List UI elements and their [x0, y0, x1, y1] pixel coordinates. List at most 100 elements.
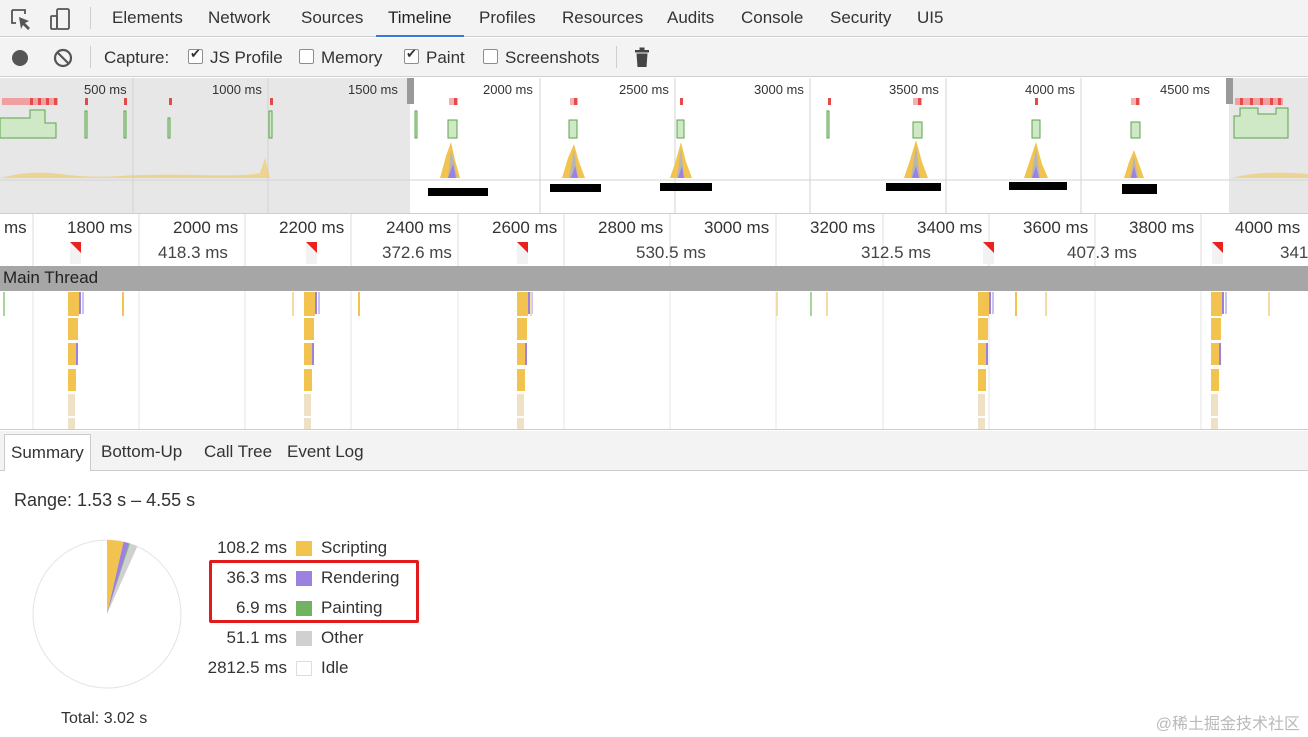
flame-event-block[interactable] [992, 292, 994, 314]
legend-row-other: 51.1 ms Other [168, 628, 418, 650]
flame-chart[interactable] [0, 291, 1308, 430]
frame-duration: 372.6 ms [382, 243, 452, 262]
ruler-tick: 3400 ms [917, 218, 983, 237]
flame-event-block[interactable] [122, 292, 124, 316]
flame-event-block[interactable] [1211, 369, 1219, 391]
toolbar-divider [90, 46, 91, 68]
flame-event-block[interactable] [304, 369, 312, 391]
flame-event-block[interactable] [517, 418, 524, 430]
flame-event-block[interactable] [517, 343, 526, 365]
flame-event-block[interactable] [1222, 292, 1224, 314]
flame-event-block[interactable] [530, 292, 532, 316]
flame-event-block[interactable] [810, 292, 812, 316]
flame-event-block[interactable] [1211, 418, 1218, 430]
flame-event-block[interactable] [978, 318, 988, 340]
flame-event-block[interactable] [68, 343, 77, 365]
flame-event-block[interactable] [978, 343, 987, 365]
flame-event-block[interactable] [517, 318, 527, 340]
flame-event-block[interactable] [1015, 292, 1017, 316]
flame-event-block[interactable] [68, 292, 79, 316]
record-icon[interactable] [11, 49, 29, 67]
tab-bottom-up[interactable]: Bottom-Up [95, 434, 188, 471]
flame-event-block[interactable] [82, 292, 84, 314]
flame-event-block[interactable] [978, 369, 986, 391]
tab-profiles[interactable]: Profiles [479, 0, 536, 37]
frame-duration: 407.3 ms [1067, 243, 1137, 262]
flame-event-block[interactable] [68, 418, 75, 430]
flame-event-block[interactable] [1219, 343, 1221, 365]
flame-event-block[interactable] [517, 394, 524, 416]
flame-event-block[interactable] [826, 292, 828, 316]
flame-event-block[interactable] [76, 343, 78, 365]
flame-event-block[interactable] [68, 318, 78, 340]
js-profile-checkbox[interactable] [188, 47, 203, 64]
flame-event-block[interactable] [312, 343, 314, 365]
tab-security[interactable]: Security [830, 0, 891, 37]
ruler-tick: 2200 ms [279, 218, 345, 237]
ruler-tick: 3200 ms [810, 218, 876, 237]
flame-event-block[interactable] [989, 292, 991, 314]
flame-event-block[interactable] [517, 292, 528, 316]
flame-event-block[interactable] [525, 343, 527, 365]
flame-event-block[interactable] [528, 292, 530, 314]
flame-event-block[interactable] [79, 292, 81, 314]
flame-event-block[interactable] [1045, 292, 1047, 316]
trash-icon[interactable] [634, 47, 650, 68]
flame-event-block[interactable] [304, 318, 314, 340]
flame-event-block[interactable] [978, 418, 985, 430]
tab-console[interactable]: Console [741, 0, 803, 37]
flame-event-block[interactable] [68, 394, 75, 416]
flame-event-block[interactable] [1211, 394, 1218, 416]
flame-event-block[interactable] [1268, 292, 1270, 316]
flame-event-block[interactable] [318, 292, 320, 314]
flame-event-block[interactable] [304, 343, 313, 365]
tab-summary[interactable]: Summary [4, 434, 91, 471]
tab-audits[interactable]: Audits [667, 0, 714, 37]
flame-event-block[interactable] [304, 394, 311, 416]
flame-event-block[interactable] [986, 343, 988, 365]
device-mode-icon[interactable] [48, 6, 74, 32]
tab-resources[interactable]: Resources [562, 0, 643, 37]
flame-event-block[interactable] [1211, 318, 1221, 340]
overview-tick: 1000 ms [212, 82, 262, 97]
flame-event-block[interactable] [978, 292, 989, 316]
tab-timeline[interactable]: Timeline [376, 0, 464, 37]
flame-event-block[interactable] [304, 418, 311, 430]
flame-event-block[interactable] [776, 292, 778, 316]
ruler-tick: 2400 ms [386, 218, 452, 237]
flame-event-block[interactable] [1211, 292, 1222, 316]
flame-event-block[interactable] [315, 292, 317, 314]
flame-event-block[interactable] [1211, 343, 1220, 365]
legend-swatch [296, 661, 312, 676]
legend-swatch [296, 631, 312, 646]
flame-event-block[interactable] [358, 292, 360, 316]
paint-checkbox[interactable] [404, 47, 419, 64]
ruler-tick: 3800 ms [1129, 218, 1195, 237]
flame-event-block[interactable] [1225, 292, 1227, 314]
flame-event-block[interactable] [68, 369, 76, 391]
flame-event-block[interactable] [292, 292, 294, 316]
screenshots-checkbox[interactable] [483, 49, 498, 64]
tab-ui5[interactable]: UI5 [917, 0, 943, 37]
clear-icon[interactable] [53, 48, 73, 68]
devtools-tab-bar: Elements Network Sources Timeline Profil… [0, 0, 1308, 37]
flame-event-block[interactable] [517, 369, 525, 391]
tab-elements[interactable]: Elements [112, 0, 183, 37]
screenshots-label: Screenshots [505, 48, 600, 67]
memory-checkbox[interactable] [299, 49, 314, 64]
tab-event-log[interactable]: Event Log [281, 434, 370, 471]
legend-label: Other [321, 628, 364, 647]
legend-label: Scripting [321, 538, 388, 557]
details-tab-bar: Summary Bottom-Up Call Tree Event Log [0, 431, 1308, 471]
tab-call-tree[interactable]: Call Tree [198, 434, 278, 471]
timeline-overview[interactable]: 500 ms 1000 ms 1500 ms 2000 ms 2500 ms 3000 m… [0, 78, 1308, 214]
flame-event-block[interactable] [3, 292, 5, 316]
flame-event-block[interactable] [978, 394, 985, 416]
tab-network[interactable]: Network [208, 0, 270, 37]
ruler-tick: 4000 ms [1235, 218, 1301, 237]
main-thread-header[interactable]: Main Thread [0, 266, 1308, 291]
tab-sources[interactable]: Sources [301, 0, 363, 37]
flame-event-block[interactable] [304, 292, 315, 316]
inspect-element-icon[interactable] [8, 6, 34, 32]
legend-row-idle: 2812.5 ms Idle [168, 658, 418, 680]
